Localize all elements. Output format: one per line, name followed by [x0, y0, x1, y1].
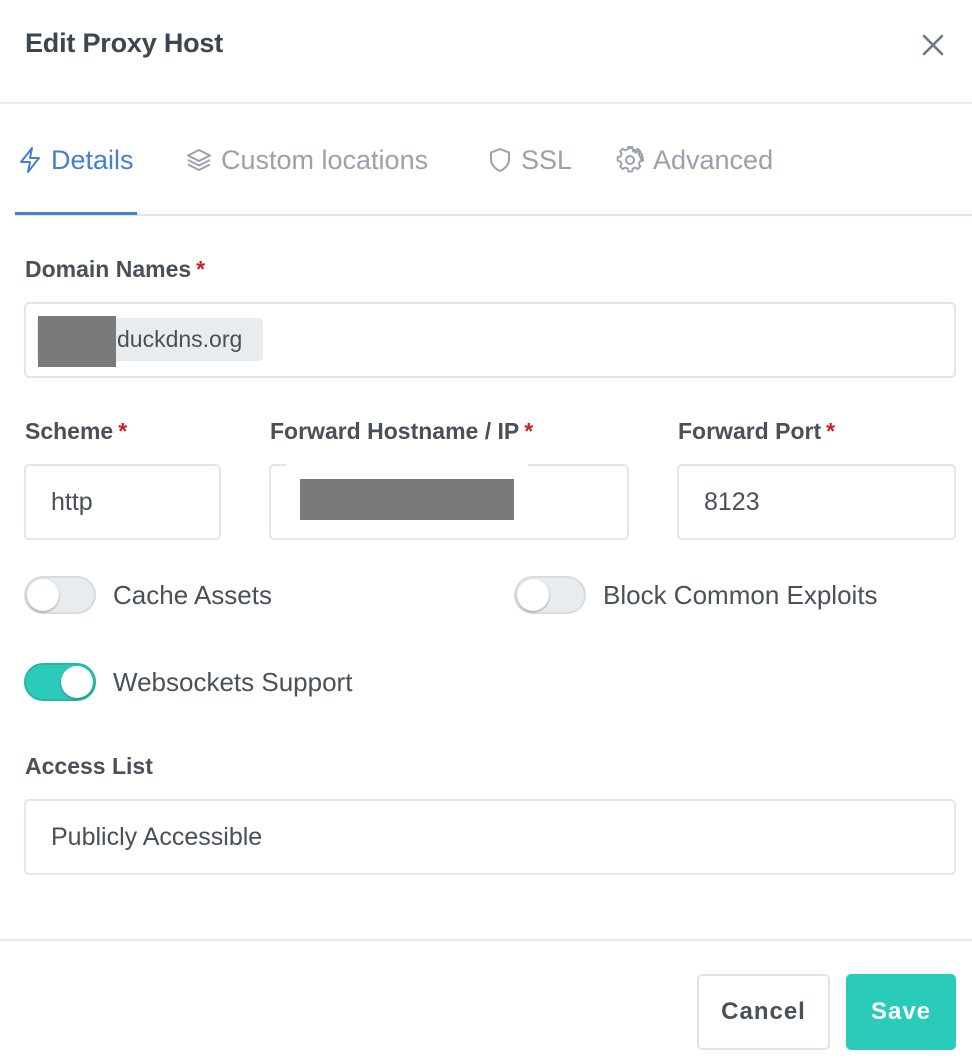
redacted-hostname [300, 479, 514, 520]
required-mark: * [524, 418, 534, 444]
scheme-label: Scheme * [25, 418, 127, 445]
forward-port-value: 8123 [704, 487, 760, 516]
layers-icon [187, 149, 211, 171]
tab-label: Advanced [653, 144, 774, 175]
domain-names-label: Domain Names * [25, 256, 205, 283]
access-list-value: Publicly Accessible [51, 822, 263, 851]
forward-hostname-label: Forward Hostname / IP * [270, 418, 533, 445]
modal-header: Edit Proxy Host [0, 0, 972, 104]
close-icon [922, 34, 944, 56]
label-text: Domain Names [25, 256, 192, 282]
scheme-select[interactable]: http [24, 464, 221, 540]
input-border-gap [286, 462, 528, 468]
tab-details[interactable]: Details [18, 142, 134, 178]
close-button[interactable] [916, 28, 950, 62]
label-text: Scheme [25, 418, 114, 444]
forward-port-input[interactable]: 8123 [677, 464, 956, 540]
modal-title: Edit Proxy Host [25, 28, 224, 58]
label-text: Forward Port [678, 418, 822, 444]
cache-assets-toggle[interactable] [24, 576, 96, 614]
tab-label: SSL [521, 144, 573, 175]
domain-chip-text: duckdns.org [117, 326, 243, 352]
tab-advanced[interactable]: Advanced [616, 142, 773, 178]
save-button[interactable]: Save [846, 974, 956, 1050]
toggle-knob [61, 666, 93, 698]
tab-label: Custom locations [221, 144, 429, 175]
shield-icon [490, 148, 510, 172]
block-common-exploits-label: Block Common Exploits [603, 580, 878, 610]
scheme-value: http [51, 487, 93, 516]
active-tab-indicator [15, 212, 137, 215]
required-mark: * [196, 256, 206, 282]
redacted-block [38, 316, 116, 367]
required-mark: * [826, 418, 836, 444]
required-mark: * [118, 418, 128, 444]
cache-assets-label: Cache Assets [113, 580, 272, 610]
cancel-button[interactable]: Cancel [697, 974, 830, 1050]
websockets-support-label: Websockets Support [113, 667, 353, 697]
tab-bar: Details Custom locations SSL Advanced [15, 104, 972, 216]
access-list-label: Access List [25, 753, 153, 779]
tab-custom-locations[interactable]: Custom locations [186, 142, 428, 178]
access-list-select[interactable]: Publicly Accessible [24, 799, 956, 875]
footer-divider [0, 939, 972, 941]
toggle-knob [27, 579, 59, 611]
toggle-knob [517, 579, 549, 611]
block-common-exploits-toggle[interactable] [514, 576, 586, 614]
label-text: Forward Hostname / IP [270, 418, 520, 444]
tab-ssl[interactable]: SSL [488, 142, 572, 178]
zap-icon [20, 147, 40, 173]
gear-icon [616, 146, 644, 173]
tab-label: Details [51, 144, 134, 175]
forward-port-label: Forward Port * [678, 418, 835, 445]
websockets-support-toggle[interactable] [24, 663, 96, 701]
